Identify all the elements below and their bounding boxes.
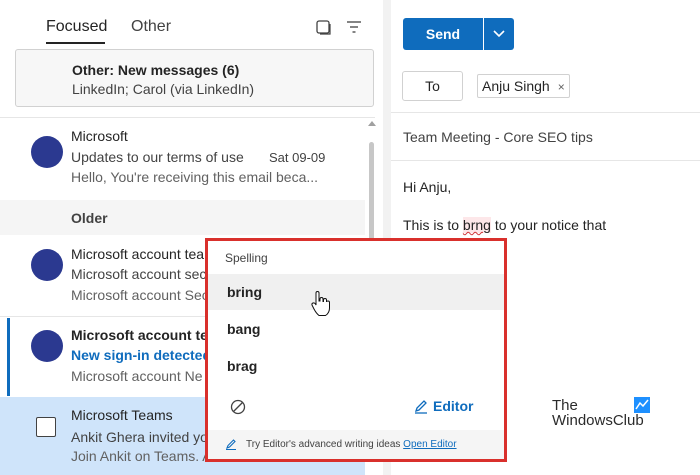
ignore-icon[interactable] bbox=[230, 399, 246, 415]
message-sender: Microsoft bbox=[71, 128, 128, 144]
body-text-after: to your notice that bbox=[490, 217, 607, 233]
message-subject: New sign-in detected bbox=[71, 347, 212, 363]
suggestion-label: bring bbox=[227, 284, 262, 300]
footer-message: Try Editor's advanced writing ideas bbox=[246, 439, 401, 450]
select-mode-icon[interactable] bbox=[316, 20, 331, 35]
divider bbox=[391, 160, 700, 161]
inbox-tabs: Focused Other bbox=[0, 0, 383, 44]
message-subject: Ankit Ghera invited yo bbox=[71, 429, 208, 445]
recipient-chip[interactable]: Anju Singh × bbox=[477, 74, 570, 98]
footer-text: Try Editor's advanced writing ideas Open… bbox=[246, 439, 457, 450]
suggestion-label: brag bbox=[227, 358, 258, 374]
body-text-before: This is to bbox=[403, 217, 463, 233]
other-inbox-banner[interactable]: Other: New messages (6) LinkedIn; Carol … bbox=[15, 49, 374, 107]
suggestion-bang[interactable]: bang bbox=[208, 311, 504, 347]
watermark: The WindowsClub bbox=[552, 397, 662, 431]
tab-other[interactable]: Other bbox=[131, 18, 171, 36]
recipient-name: Anju Singh bbox=[482, 78, 550, 94]
active-tab-indicator bbox=[46, 42, 105, 44]
editor-label: Editor bbox=[433, 398, 474, 414]
suggestion-bring[interactable]: bring bbox=[208, 274, 504, 310]
select-checkbox[interactable] bbox=[36, 417, 56, 437]
editor-button[interactable]: Editor bbox=[414, 398, 474, 414]
popup-footer: Try Editor's advanced writing ideas Open… bbox=[208, 430, 504, 459]
message-sender: Microsoft Teams bbox=[71, 407, 173, 423]
message-preview: Join Ankit on Teams. A bbox=[71, 448, 212, 464]
to-button[interactable]: To bbox=[402, 71, 463, 101]
avatar bbox=[31, 136, 63, 168]
hand-pointer-icon bbox=[311, 291, 330, 316]
suggestion-brag[interactable]: brag bbox=[208, 348, 504, 384]
open-editor-link[interactable]: Open Editor bbox=[403, 439, 456, 450]
filter-icon[interactable] bbox=[346, 20, 362, 34]
message-subject: Microsoft account sec bbox=[71, 266, 207, 282]
older-label: Older bbox=[71, 210, 108, 226]
suggestion-label: bang bbox=[227, 321, 261, 337]
tab-focused[interactable]: Focused bbox=[46, 18, 107, 36]
body-greeting[interactable]: Hi Anju, bbox=[403, 179, 451, 195]
message-date: Sat 09-09 bbox=[269, 150, 326, 165]
message-subject: Updates to our terms of use bbox=[71, 149, 244, 165]
body-text[interactable]: This is to brng to your notice that bbox=[403, 217, 606, 233]
message-preview: Hello, You're receiving this email beca.… bbox=[71, 169, 319, 185]
send-options-button[interactable] bbox=[484, 18, 514, 50]
editor-pen-icon bbox=[226, 439, 236, 450]
editor-pen-icon bbox=[414, 400, 427, 414]
spelling-suggestions-popup: Spelling bring bang brag Editor Try Edit… bbox=[205, 238, 507, 462]
popup-title: Spelling bbox=[225, 251, 268, 265]
chevron-down-icon bbox=[493, 30, 505, 38]
message-row[interactable]: Microsoft Updates to our terms of use Sa… bbox=[0, 118, 365, 199]
send-button[interactable]: Send bbox=[403, 18, 483, 50]
message-preview: Microsoft account Sec bbox=[71, 287, 209, 303]
other-banner-title: Other: New messages (6) bbox=[72, 62, 240, 78]
remove-recipient-icon[interactable]: × bbox=[558, 76, 565, 98]
avatar bbox=[31, 330, 63, 362]
avatar bbox=[31, 249, 63, 281]
subject-field[interactable]: Team Meeting - Core SEO tips bbox=[403, 129, 593, 145]
watermark-logo-icon bbox=[634, 397, 650, 413]
older-group-header: Older bbox=[0, 200, 365, 235]
message-sender: Microsoft account tea bbox=[71, 327, 216, 343]
divider bbox=[391, 112, 700, 113]
unread-indicator bbox=[7, 318, 10, 396]
watermark-line2: WindowsClub bbox=[552, 412, 644, 429]
other-banner-senders: LinkedIn; Carol (via LinkedIn) bbox=[72, 81, 255, 97]
message-preview: Microsoft account Ne bbox=[71, 368, 203, 384]
message-sender: Microsoft account tea bbox=[71, 246, 205, 262]
scroll-up-arrow-icon[interactable] bbox=[368, 121, 376, 126]
misspelled-word[interactable]: brng bbox=[462, 217, 491, 233]
